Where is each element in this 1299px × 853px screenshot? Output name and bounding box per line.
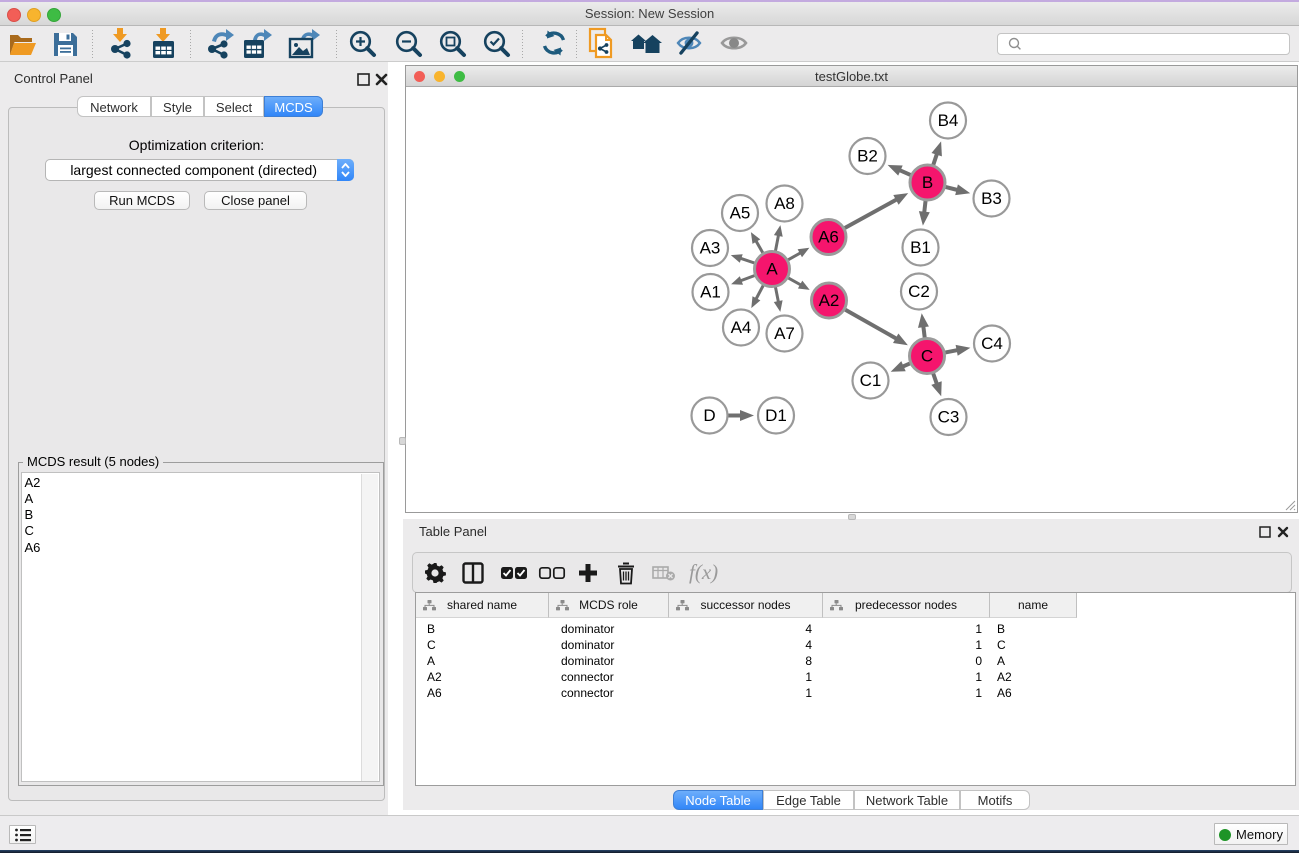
svg-text:A8: A8 [774,194,795,213]
svg-text:D1: D1 [765,406,787,425]
svg-text:A4: A4 [731,318,752,337]
svg-text:C3: C3 [938,408,960,427]
svg-text:C1: C1 [860,371,882,390]
svg-text:A3: A3 [700,239,721,258]
svg-text:B4: B4 [938,111,959,130]
svg-text:C: C [921,347,933,366]
svg-text:A: A [766,260,778,279]
svg-text:A1: A1 [700,283,721,302]
svg-text:C2: C2 [908,282,930,301]
svg-text:C4: C4 [981,334,1003,353]
svg-text:B: B [922,173,933,192]
svg-text:A6: A6 [818,228,839,247]
svg-text:B3: B3 [981,189,1002,208]
svg-text:A7: A7 [774,324,795,343]
svg-text:A5: A5 [730,204,751,223]
svg-text:B1: B1 [910,238,931,257]
svg-text:D: D [703,406,715,425]
svg-text:B2: B2 [857,147,878,166]
svg-text:A2: A2 [819,291,840,310]
